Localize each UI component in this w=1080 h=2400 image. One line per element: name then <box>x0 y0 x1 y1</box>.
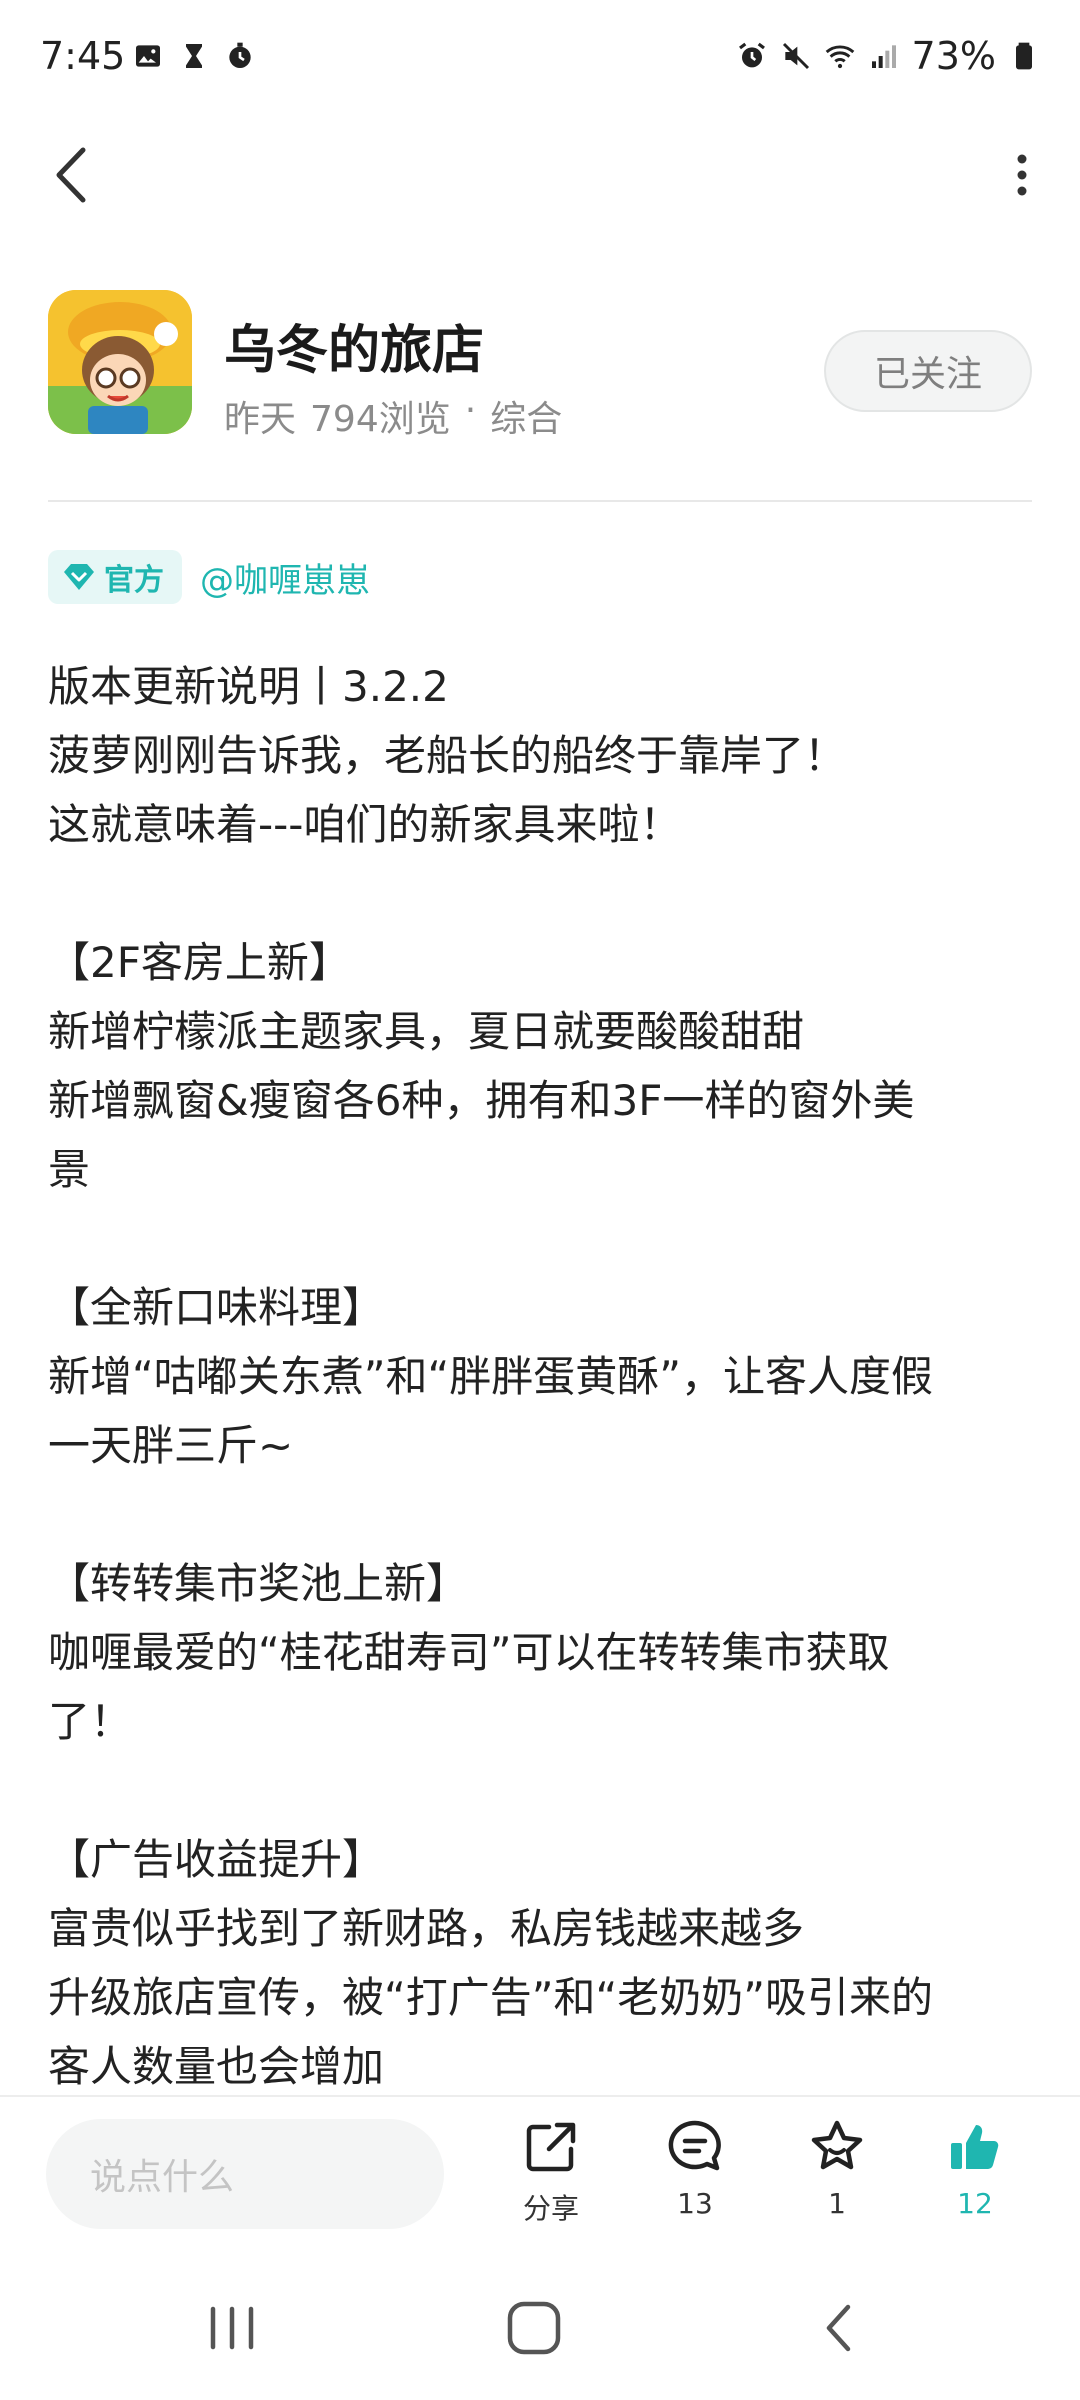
app-logo-image <box>48 290 192 434</box>
timer-icon <box>229 42 251 68</box>
star-icon <box>811 2120 863 2170</box>
status-left-icons <box>132 40 256 72</box>
app-header: 乌冬的旅店 昨天 794浏览 · 综合 已关注 <box>48 290 1032 440</box>
app-name[interactable]: 乌冬的旅店 <box>224 308 484 383</box>
comment-input[interactable]: 说点什么 <box>46 2119 444 2229</box>
back-button[interactable] <box>40 142 100 208</box>
more-vertical-icon <box>1017 154 1027 196</box>
hourglass-icon <box>186 44 202 68</box>
signal-icon <box>871 45 896 68</box>
post-meta: 昨天 794浏览 · 综合 <box>224 390 562 442</box>
nav-back-button[interactable] <box>798 2292 878 2364</box>
post-line: 【全新口味料理】 <box>48 1283 385 1332</box>
comment-count: 13 <box>677 2187 713 2220</box>
bottom-action-bar: 说点什么 分享 13 1 12 <box>0 2095 1080 2257</box>
follow-button[interactable]: 已关注 <box>824 330 1032 412</box>
battery-percent: 73% <box>911 34 996 78</box>
more-options-button[interactable] <box>992 142 1052 208</box>
post-line: 新增柠檬派主题家具，夏日就要酸酸甜甜 <box>48 1007 805 1056</box>
favorite-count: 1 <box>828 2187 846 2220</box>
post-line: 一天胖三斤~ <box>48 1421 294 1470</box>
post-line: 【转转集市奖池上新】 <box>48 1559 469 1608</box>
share-icon <box>526 2122 576 2172</box>
view-count: 794浏览 <box>310 399 451 440</box>
thumbs-up-icon <box>951 2125 999 2169</box>
post-line: 【2F客房上新】 <box>48 938 351 987</box>
like-count: 12 <box>957 2187 993 2220</box>
wifi-icon <box>825 45 854 69</box>
post-line: 新增飘窗&瘦窗各6种，拥有和3F一样的窗外美 <box>48 1076 915 1125</box>
official-badge: 官方 <box>48 550 182 604</box>
header-divider <box>48 500 1032 502</box>
post-line: 升级旅店宣传，被“打广告”和“老奶奶”吸引来的 <box>48 1973 934 2022</box>
post-line: 咖喱最爱的“桂花甜寿司”可以在转转集市获取 <box>48 1628 890 1677</box>
status-bar: 7:45 73% <box>0 0 1080 120</box>
share-button[interactable]: 分享 <box>496 2117 606 2227</box>
recent-apps-icon <box>210 2306 254 2350</box>
home-icon <box>507 2301 561 2355</box>
app-icon[interactable] <box>48 290 192 434</box>
status-time: 7:45 <box>40 34 126 78</box>
author-row: 官方 @咖喱崽崽 <box>48 550 370 604</box>
mute-icon <box>782 42 809 70</box>
post-category: 综合 <box>490 399 563 440</box>
gallery-icon <box>136 45 160 67</box>
battery-icon <box>1016 42 1032 70</box>
post-line: 客人数量也会增加 <box>48 2042 385 2091</box>
author-name[interactable]: @咖喱崽崽 <box>200 553 370 602</box>
meta-separator: · <box>464 390 477 431</box>
favorite-button[interactable]: 1 <box>782 2117 892 2220</box>
status-right-icons: 73% <box>736 34 1040 78</box>
post-line: 这就意味着---咱们的新家具来啦！ <box>48 800 682 849</box>
top-bar <box>0 120 1080 230</box>
post-line: 菠萝刚刚告诉我，老船长的船终于靠岸了！ <box>48 731 847 780</box>
post-line: 新增“咕嘟关东煮”和“胖胖蛋黄酥”，让客人度假 <box>48 1352 934 1401</box>
post-line: 了！ <box>48 1697 133 1746</box>
back-arrow-icon <box>56 147 86 203</box>
diamond-icon <box>64 564 94 590</box>
nav-back-icon <box>826 2304 851 2352</box>
comment-icon <box>668 2120 721 2171</box>
post-line: 【广告收益提升】 <box>48 1835 385 1884</box>
post-line: 版本更新说明丨3.2.2 <box>48 662 449 711</box>
alarm-icon <box>738 42 765 68</box>
post-content: 版本更新说明丨3.2.2 菠萝刚刚告诉我，老船长的船终于靠岸了！ 这就意味着--… <box>48 652 1008 2101</box>
comment-button[interactable]: 13 <box>640 2117 750 2220</box>
share-label: 分享 <box>522 2192 579 2225</box>
like-button[interactable]: 12 <box>920 2117 1030 2220</box>
post-line: 富贵似乎找到了新财路，私房钱越来越多 <box>48 1904 805 1953</box>
post-line: 景 <box>48 1145 91 1194</box>
post-time: 昨天 <box>224 399 297 440</box>
recent-apps-button[interactable] <box>192 2292 272 2364</box>
home-button[interactable] <box>494 2292 574 2364</box>
official-badge-label: 官方 <box>104 563 164 598</box>
system-nav-bar <box>0 2256 1080 2400</box>
